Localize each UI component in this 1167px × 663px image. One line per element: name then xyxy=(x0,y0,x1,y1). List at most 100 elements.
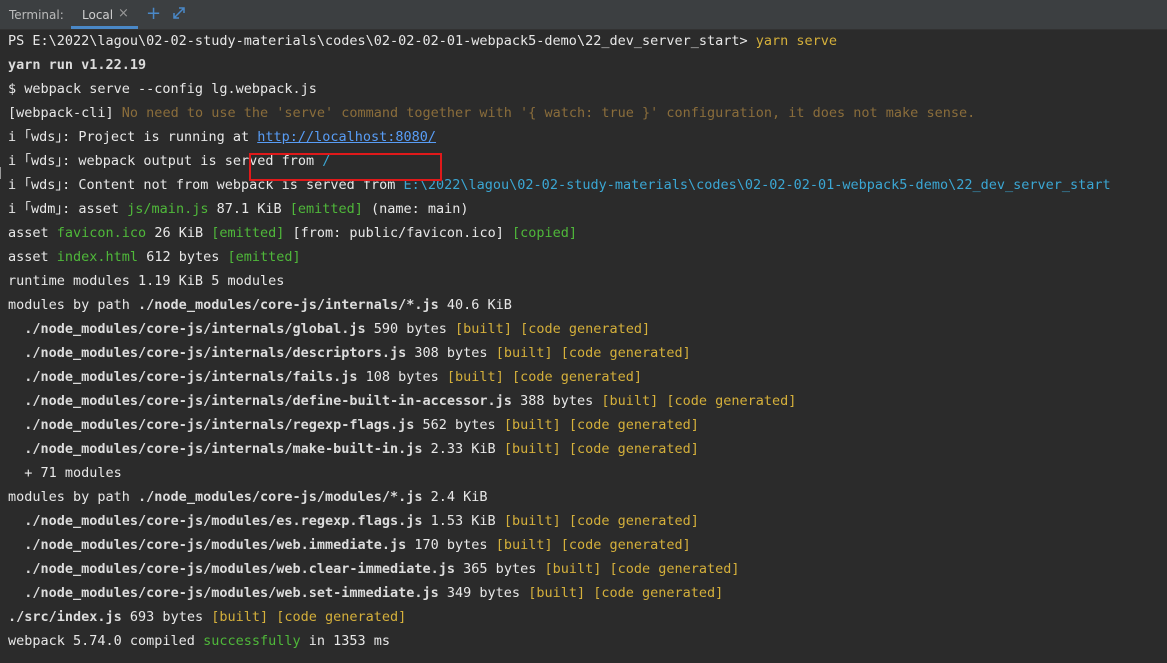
index-file: index.html xyxy=(56,249,139,265)
module-row: ./node_modules/core-js/internals/fails.j… xyxy=(8,365,642,389)
webpack-cmd-line: $ webpack serve --config lg.webpack.js xyxy=(8,81,317,97)
wds-prefix: i ｢wds｣ xyxy=(8,177,63,193)
module-row: ./node_modules/core-js/modules/web.clear… xyxy=(8,557,739,581)
asset-favicon-line: asset favicon.ico 26 KiB [emitted] [from… xyxy=(8,221,577,245)
code-generated-badge: [code generated] xyxy=(511,369,643,385)
module-size: 108 bytes xyxy=(357,369,447,385)
content-line: i ｢wds｣: Content not from webpack is ser… xyxy=(8,173,1111,197)
module-row: ./node_modules/core-js/modules/web.set-i… xyxy=(8,581,723,605)
code-generated-badge: [code generated] xyxy=(560,537,691,553)
src-file: ./src/index.js xyxy=(8,609,122,625)
code-generated-badge: [code generated] xyxy=(276,609,407,625)
tab-local[interactable]: Local × xyxy=(71,0,138,29)
module-file: ./node_modules/core-js/internals/make-bu… xyxy=(24,441,423,457)
built-badge: [built] xyxy=(211,609,269,625)
modules-path: ./node_modules/core-js/modules/*.js xyxy=(138,489,423,505)
code-generated-badge: [code generated] xyxy=(520,321,651,337)
module-file: ./node_modules/core-js/internals/define-… xyxy=(24,393,512,409)
favicon-from: [from: public/favicon.ico] xyxy=(284,225,512,241)
command-text: yarn serve xyxy=(755,33,838,49)
terminal-output[interactable]: PS E:\2022\lagou\02-02-study-materials\c… xyxy=(0,29,1167,663)
module-size: 1.53 KiB xyxy=(422,513,504,529)
module-file: ./node_modules/core-js/internals/fails.j… xyxy=(24,369,358,385)
content-path: E:\2022\lagou\02-02-study-materials\code… xyxy=(403,177,1111,193)
module-row: ./node_modules/core-js/internals/global.… xyxy=(8,317,650,341)
more-modules: + 71 modules xyxy=(24,465,122,481)
cli-warning-line: [webpack-cli] No need to use the 'serve'… xyxy=(8,101,975,125)
built-badge: [built] xyxy=(544,561,602,577)
module-file: ./node_modules/core-js/modules/web.set-i… xyxy=(24,585,439,601)
close-icon[interactable]: × xyxy=(118,6,129,21)
running-line: i ｢wds｣: Project is running at http://lo… xyxy=(8,125,436,149)
modules-header-line: modules by path ./node_modules/core-js/m… xyxy=(8,485,488,509)
terminal-tabbar: Terminal: Local × + xyxy=(0,0,1167,30)
terminal-label: Terminal: xyxy=(9,8,64,22)
localhost-link[interactable]: http://localhost:8080/ xyxy=(257,129,436,145)
cli-warning: No need to use the 'serve' command toget… xyxy=(113,105,976,121)
built-badge: [built] xyxy=(455,321,512,337)
wds-prefix: i ｢wds｣ xyxy=(8,129,63,145)
asset-main-line: i ｢wdm｣: asset js/main.js 87.1 KiB [emit… xyxy=(8,197,469,221)
code-generated-badge: [code generated] xyxy=(568,513,699,529)
module-row: ./node_modules/core-js/modules/es.regexp… xyxy=(8,509,699,533)
module-row: ./node_modules/core-js/modules/web.immed… xyxy=(8,533,691,557)
module-file: ./node_modules/core-js/modules/es.regexp… xyxy=(24,513,423,529)
built-badge: [built] xyxy=(601,393,659,409)
module-file: ./node_modules/core-js/modules/web.immed… xyxy=(24,537,407,553)
built-badge: [built] xyxy=(503,417,561,433)
module-size: 349 bytes xyxy=(438,585,529,601)
built-badge: [built] xyxy=(503,441,561,457)
asset-index-line: asset index.html 612 bytes [emitted] xyxy=(8,245,301,269)
code-generated-badge: [code generated] xyxy=(568,441,699,457)
internals-size: 40.6 KiB xyxy=(438,297,512,313)
compiled-prefix: webpack 5.74.0 compiled xyxy=(8,633,204,649)
src-size: 693 bytes xyxy=(121,609,212,625)
cli-prefix: [webpack-cli] xyxy=(8,105,114,121)
internals-path: ./node_modules/core-js/internals/*.js xyxy=(138,297,439,313)
wds-prefix: i ｢wds｣ xyxy=(8,153,63,169)
favicon-size: 26 KiB xyxy=(146,225,212,241)
module-size: 365 bytes xyxy=(455,561,545,577)
url-highlight-box xyxy=(249,153,442,181)
code-generated-badge: [code generated] xyxy=(560,345,691,361)
prompt-line: PS E:\2022\lagou\02-02-study-materials\c… xyxy=(8,29,837,53)
asset-label: asset xyxy=(8,225,57,241)
asset-main-file: js/main.js xyxy=(127,201,209,217)
emitted-badge: [emitted] xyxy=(289,201,363,217)
module-size: 2.33 KiB xyxy=(422,441,504,457)
module-size: 388 bytes xyxy=(511,393,602,409)
asset-main-name: (name: main) xyxy=(362,201,469,217)
yarn-run-line: yarn run v1.22.19 xyxy=(8,57,147,73)
expand-icon[interactable] xyxy=(172,6,186,20)
more-modules-line: + 71 modules xyxy=(8,461,122,485)
src-line: ./src/index.js 693 bytes [built] [code g… xyxy=(8,605,406,629)
modules-by-path-label: modules by path xyxy=(8,489,139,505)
module-row: ./node_modules/core-js/internals/make-bu… xyxy=(8,437,699,461)
plus-icon[interactable]: + xyxy=(146,3,161,24)
module-size: 170 bytes xyxy=(406,537,496,553)
module-size: 562 bytes xyxy=(414,417,504,433)
emitted-badge: [emitted] xyxy=(211,225,285,241)
prompt-path: PS E:\2022\lagou\02-02-study-materials\c… xyxy=(8,33,756,49)
built-badge: [built] xyxy=(495,345,553,361)
module-row: ./node_modules/core-js/internals/regexp-… xyxy=(8,413,699,437)
module-row: ./node_modules/core-js/internals/descrip… xyxy=(8,341,691,365)
module-size: 590 bytes xyxy=(365,321,456,337)
built-badge: [built] xyxy=(446,369,504,385)
compiled-status: successfully xyxy=(203,633,301,649)
code-generated-badge: [code generated] xyxy=(568,417,699,433)
runtime-line: runtime modules 1.19 KiB 5 modules xyxy=(8,273,285,289)
module-file: ./node_modules/core-js/internals/descrip… xyxy=(24,345,407,361)
asset-main-size: 87.1 KiB xyxy=(208,201,290,217)
code-generated-badge: [code generated] xyxy=(593,585,724,601)
module-file: ./node_modules/core-js/modules/web.clear… xyxy=(24,561,456,577)
copied-badge: [copied] xyxy=(511,225,577,241)
asset-main-label: : asset xyxy=(62,201,128,217)
built-badge: [built] xyxy=(503,513,561,529)
built-badge: [built] xyxy=(495,537,553,553)
index-size: 612 bytes xyxy=(138,249,228,265)
favicon-file: favicon.ico xyxy=(56,225,147,241)
code-generated-badge: [code generated] xyxy=(666,393,797,409)
module-row: ./node_modules/core-js/internals/define-… xyxy=(8,389,796,413)
module-size: 308 bytes xyxy=(406,345,496,361)
